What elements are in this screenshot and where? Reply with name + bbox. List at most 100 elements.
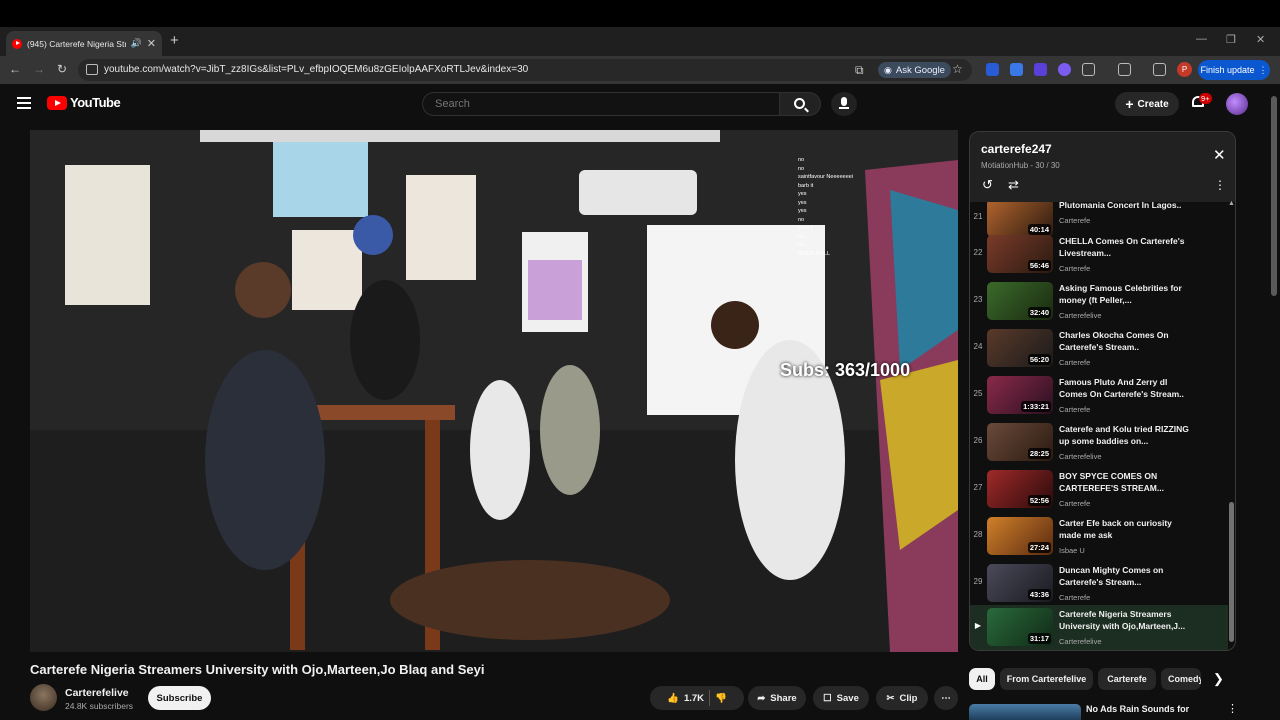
live-chat-overlay: no no saintfavour Neeeeeeei barb it yes … [798,156,888,258]
close-window-icon[interactable]: ✕ [1256,33,1265,46]
reload-icon[interactable]: ↻ [57,62,67,76]
playlist-item-thumbnail: 32:40 [987,282,1053,320]
share-button[interactable]: ➦ Share [748,686,806,710]
channel-avatar[interactable] [30,684,57,711]
playlist-item[interactable]: 25 1:33:21 Famous Pluto And Zerry dl Com… [970,373,1228,420]
playlist-item-thumbnail: 1:33:21 [987,376,1053,414]
playlist-item-title: Famous Pluto And Zerry dl Comes On Carte… [1059,377,1184,399]
reading-list-icon[interactable] [1153,63,1166,76]
forward-icon[interactable]: → [33,62,45,76]
chat-line: saintfavour Neeeeeeei [798,174,854,180]
extensions-puzzle-icon[interactable] [1082,63,1095,76]
scroll-up-icon[interactable]: ▲ [1228,200,1235,207]
subs-counter-overlay: Subs: 363/1000 [780,360,911,380]
bookmark-star-icon[interactable]: ☆ [952,62,963,76]
subscribe-button[interactable]: Subscribe [148,686,211,710]
chevron-right-icon[interactable]: ❯ [1213,671,1224,687]
extension-translate-icon[interactable] [1010,63,1023,76]
playlist-item[interactable]: 26 28:25 Caterefe and Kolu tried RIZZING… [970,420,1228,467]
site-info-icon[interactable] [86,64,98,75]
youtube-logo[interactable]: YouTube [47,95,121,110]
chat-line: no [798,157,805,163]
clip-button[interactable]: ✂ Clip [876,686,928,710]
clip-label: Clip [899,692,918,704]
playlist-title[interactable]: carterefe247 [981,142,1052,156]
logo-text: YouTube [70,95,121,110]
hamburger-menu-icon[interactable] [17,97,31,109]
browser-tab-bar: (945) Carterefe Nigeria Stre 🔊 ✕ + — ❐ ✕ [0,27,1280,56]
browser-tab[interactable]: (945) Carterefe Nigeria Stre 🔊 ✕ [6,31,162,56]
thumbs-up-icon: 👍 [667,692,679,704]
speaker-icon[interactable]: 🔊 [131,38,142,49]
playlist-item[interactable]: 23 32:40 Asking Famous Celebrities for m… [970,279,1228,326]
youtube-favicon-icon [12,38,22,49]
screen-cast-icon[interactable] [1118,63,1131,76]
page-scrollbar-thumb[interactable] [1271,96,1277,296]
page-scrollbar[interactable] [1268,84,1280,720]
close-playlist-icon[interactable]: ✕ [1213,146,1226,164]
playlist-more-icon[interactable]: ⋮ [1214,178,1226,192]
playlist-item[interactable]: 24 56:20 Charles Okocha Comes On Cartere… [970,326,1228,373]
playlist-item-current[interactable]: ▶ 31:17 Carterefe Nigeria Streamers Univ… [970,605,1228,650]
search-icon [794,98,805,109]
playlist-item[interactable]: 22 56:46 CHELLA Comes On Carterefe's Liv… [970,232,1228,279]
playlist-item[interactable]: 27 52:56 BOY SPYCE COMES ON CARTEREFE'S … [970,467,1228,514]
recommended-video[interactable]: No Ads Rain Sounds for ⋮ [969,700,1238,720]
playlist-scrollbar-thumb[interactable] [1229,502,1234,642]
shuffle-icon[interactable]: ⇄ [1008,177,1019,193]
share-label: Share [770,692,797,704]
chip-comedy[interactable]: Comedy [1161,668,1201,690]
maximize-icon[interactable]: ❐ [1226,33,1236,46]
chip-carterefe[interactable]: Carterefe [1098,668,1156,690]
extension-n-icon[interactable] [986,63,999,76]
like-button[interactable]: 👍 1.7K [667,693,704,704]
close-tab-icon[interactable]: ✕ [147,37,156,50]
like-count: 1.7K [683,692,705,704]
playlist-item[interactable]: 28 27:24 Carter Efe back on curiosity ma… [970,514,1228,561]
channel-name[interactable]: Carterefelive [65,687,129,699]
minimize-icon[interactable]: — [1196,33,1207,45]
create-button[interactable]: + Create [1115,92,1179,116]
install-icon[interactable]: ⧉ [855,63,864,78]
recommended-more-icon[interactable]: ⋮ [1227,702,1238,715]
user-avatar[interactable] [1226,93,1248,115]
playlist-item-thumbnail: 56:20 [987,329,1053,367]
dislike-button[interactable]: 👎 [715,693,727,704]
more-actions-button[interactable]: ⋯ [934,686,958,710]
chip-from-channel[interactable]: From Carterefelive [1000,668,1093,690]
new-tab-icon[interactable]: + [170,32,179,49]
loop-icon[interactable]: ↺ [982,177,993,193]
playlist-scrollbar[interactable]: ▲ [1228,200,1235,650]
chat-line: yes [798,191,807,197]
playlist-item-title: Plutomania Concert In Lagos.. [1059,202,1182,210]
playlist-item-index: 23 [973,295,983,304]
playlist-item-channel: Carterefe [1059,405,1091,414]
divider [709,690,711,706]
browser-profile-avatar[interactable]: P [1177,62,1192,77]
save-button[interactable]: ☐ Save [813,686,869,710]
playlist-item-thumbnail: 52:56 [987,470,1053,508]
extension-shield-icon[interactable] [1034,63,1047,76]
playlist-item-title: BOY SPYCE COMES ON CARTEREFE'S STREAM... [1059,471,1164,493]
search-box[interactable] [422,92,780,116]
address-bar[interactable]: youtube.com/watch?v=JibT_zz8IGs&list=PLv… [78,59,972,81]
playlist-item-channel: Carterefelive [1059,637,1102,646]
voice-search-button[interactable] [831,92,857,116]
now-playing-icon: ▶ [974,621,982,630]
search-input[interactable] [423,93,779,115]
extension-cloud-icon[interactable] [1058,63,1071,76]
ask-google-button[interactable]: ◉ Ask Google [878,62,951,78]
video-player[interactable]: no no saintfavour Neeeeeeei barb it yes … [30,130,958,652]
lens-icon: ◉ [884,64,892,75]
duration-badge: 28:25 [1027,448,1051,459]
playlist-item-thumbnail: 27:24 [987,517,1053,555]
chip-all[interactable]: All [969,668,995,690]
youtube-header: YouTube + Create 9+ [0,84,1280,124]
share-icon: ➦ [757,692,766,704]
playlist-subtitle: MotiationHub - 30 / 30 [981,161,1060,170]
back-icon[interactable]: ← [9,62,21,76]
finish-update-button[interactable]: Finish update ⋮ [1198,60,1270,80]
recommended-title: No Ads Rain Sounds for [1086,704,1190,714]
playlist-item[interactable]: 29 43:36 Duncan Mighty Comes on Carteref… [970,561,1228,608]
search-button[interactable] [779,92,821,116]
